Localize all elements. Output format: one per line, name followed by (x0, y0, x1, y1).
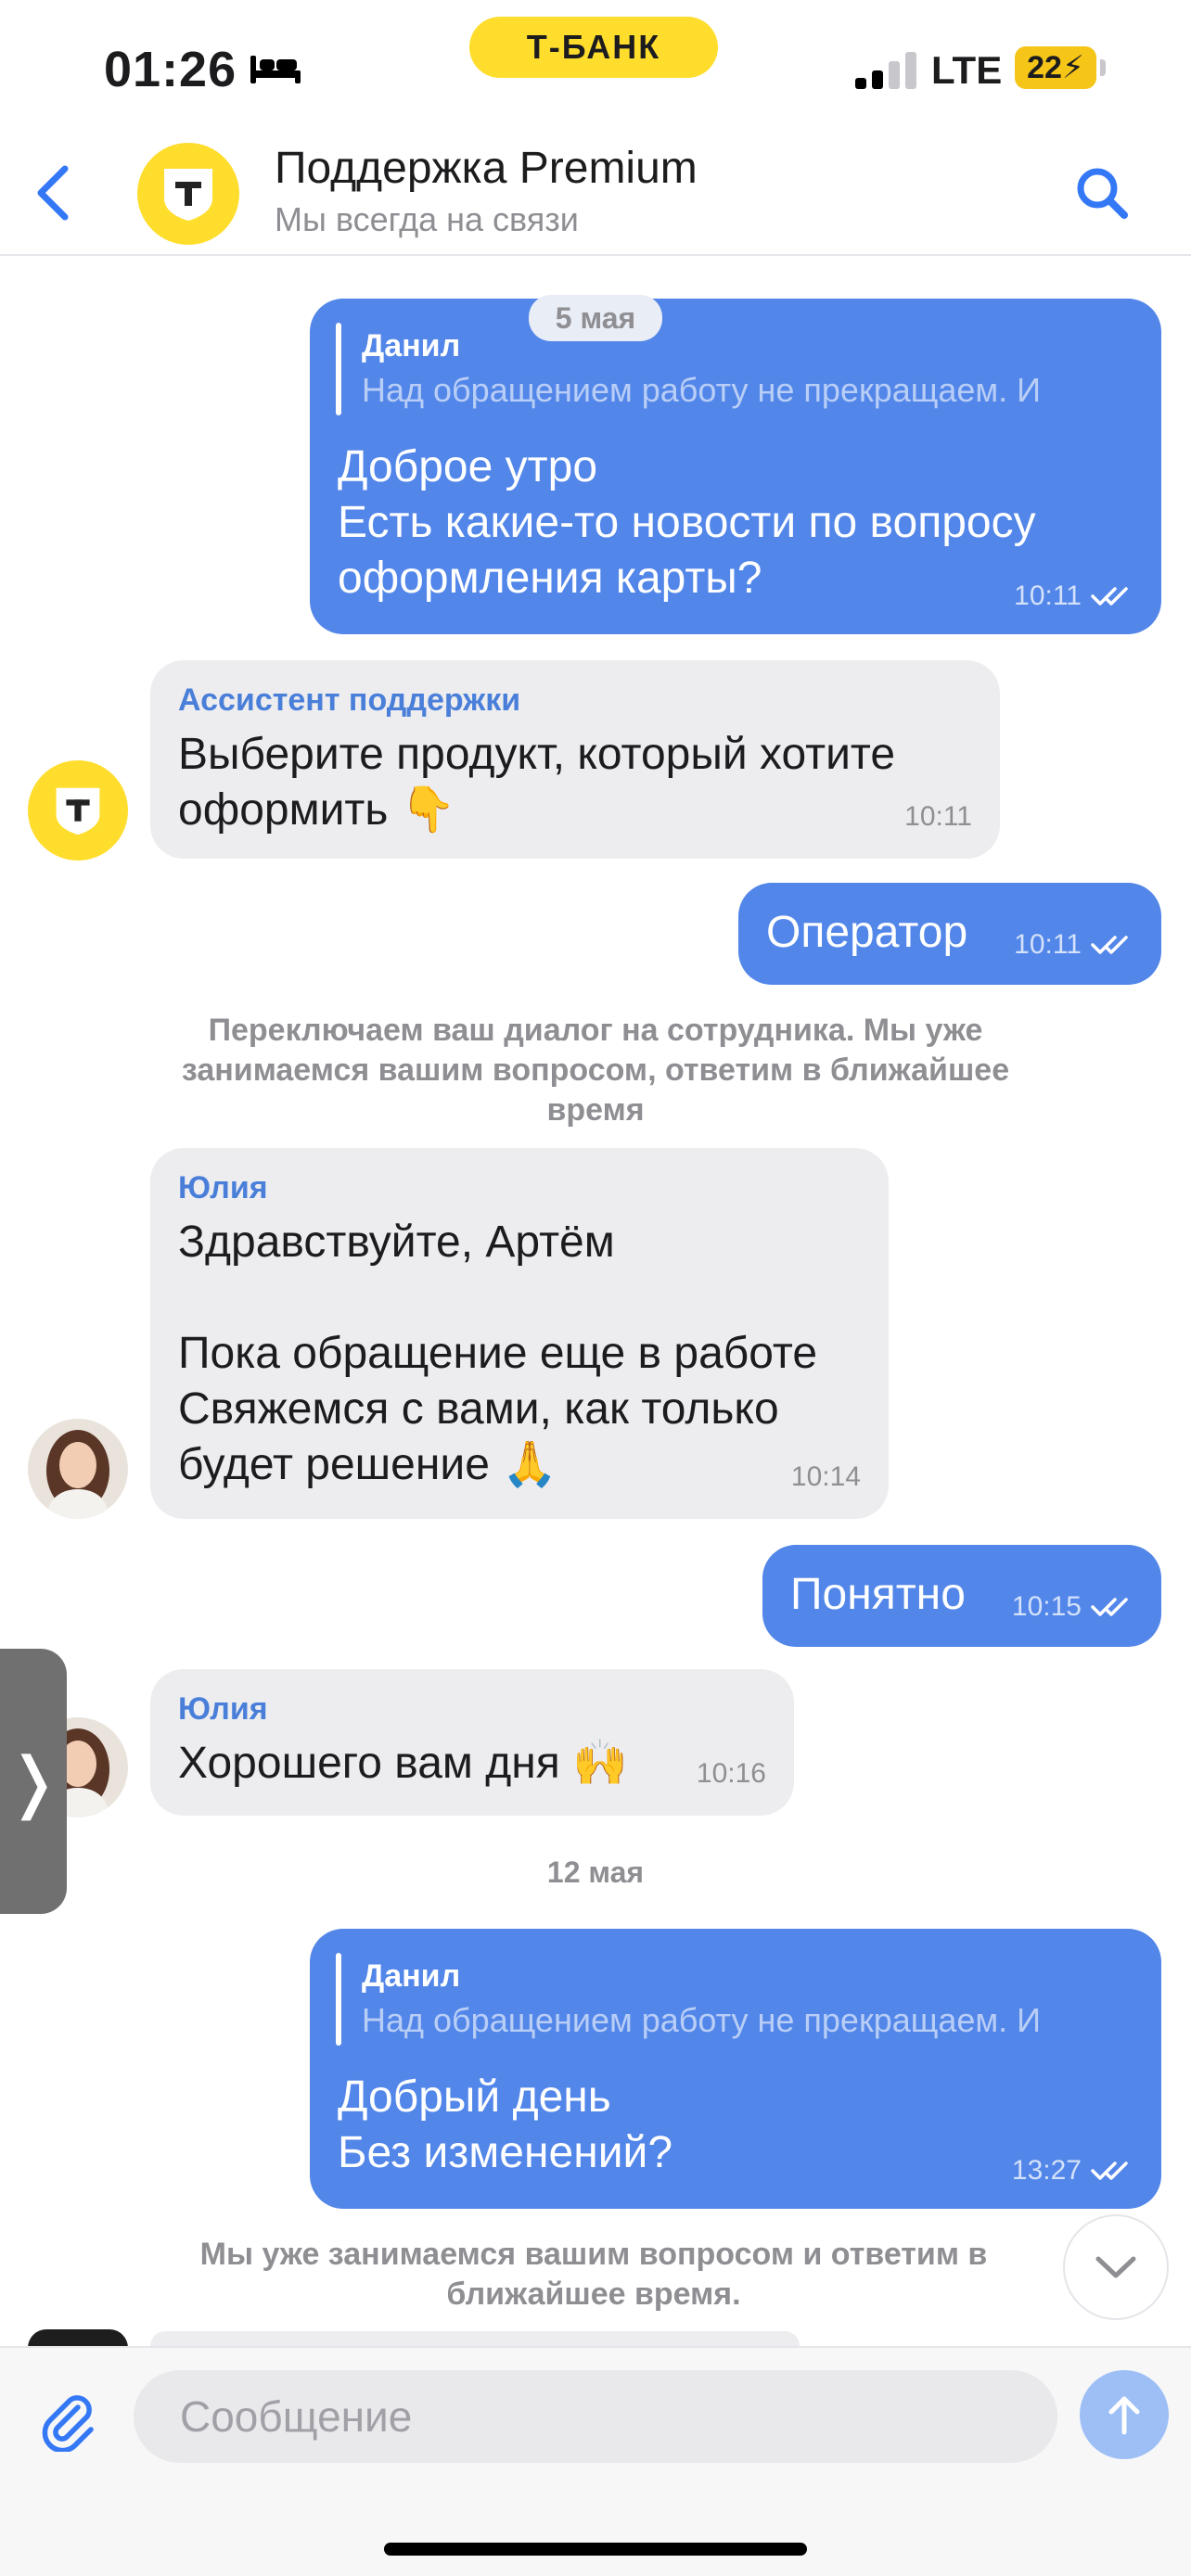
message-time: 10:15 (1011, 1591, 1082, 1622)
message-time: 13:27 (1011, 2155, 1082, 2186)
message-text: Здравствуйте, Артём Пока обращение еще в… (178, 1218, 818, 1489)
chat-header: Поддержка Premium Мы всегда на связи (0, 130, 1191, 256)
send-button[interactable] (1080, 2370, 1169, 2459)
search-icon[interactable] (1072, 163, 1132, 223)
operator-photo (28, 1419, 128, 1519)
message-text: Хорошего вам дня 🙌 (178, 1739, 628, 1788)
operator-avatar (28, 2329, 128, 2348)
tbank-logo-icon (164, 169, 212, 221)
system-message: Мы уже занимаемся вашим вопросом и ответ… (199, 2237, 988, 2312)
composer (0, 2346, 1191, 2576)
message-text: Понятно (790, 1570, 966, 1619)
message-meta: 13:27 (1012, 2155, 1135, 2187)
message-outgoing[interactable]: Понятно 10:15 (762, 1545, 1161, 1647)
home-indicator (384, 2543, 807, 2556)
status-time: 01:26 (104, 42, 237, 97)
double-check-icon (1091, 587, 1128, 606)
scroll-down-button[interactable] (1063, 2214, 1169, 2320)
side-panel-toggle[interactable]: ❭ (0, 1649, 67, 1914)
signal-icon (855, 52, 916, 89)
message-meta: 10:15 (1012, 1591, 1135, 1623)
message-text: Выберите продукт, который хотите оформит… (178, 730, 896, 835)
message-incoming[interactable]: Юлия Здравствуйте, Артём Пока обращение … (150, 1148, 889, 1519)
send-arrow-icon (1108, 2396, 1140, 2435)
reply-sender: Данил (362, 328, 461, 363)
chat-subtitle: Мы всегда на связи (275, 200, 579, 238)
message-time: 10:11 (904, 801, 972, 832)
message-time: 10:14 (790, 1461, 861, 1492)
chevron-down-icon (1095, 2256, 1136, 2278)
double-check-icon (1091, 1598, 1128, 1616)
reply-sender: Данил (362, 1958, 461, 1994)
tbank-logo-icon (56, 787, 100, 835)
message-outgoing[interactable]: Данил Над обращением работу не прекращае… (310, 1929, 1161, 2209)
operator-avatar[interactable] (28, 1419, 128, 1519)
message-time: 10:16 (696, 1758, 766, 1789)
message-meta: 10:11 (1014, 929, 1135, 961)
chevron-right-icon: ❭ (5, 1745, 62, 1819)
battery-nub (1100, 59, 1106, 76)
chat-title: Поддержка Premium (275, 144, 698, 193)
message-sender: Юлия (178, 1691, 268, 1727)
reply-bar (336, 1953, 341, 2046)
message-incoming[interactable]: Ассистент поддержки Выберите продукт, ко… (150, 660, 1000, 859)
reply-preview: Над обращением работу не прекращаем. И (362, 2001, 1042, 2039)
message-time: 10:11 (1014, 929, 1082, 960)
back-arrow-icon[interactable] (30, 156, 76, 230)
assistant-avatar[interactable] (28, 760, 128, 861)
chat-avatar[interactable] (137, 143, 239, 245)
message-meta: 10:11 (1014, 580, 1135, 612)
paperclip-icon[interactable] (37, 2389, 100, 2452)
message-incoming[interactable]: Юлия Хорошего вам дня 🙌 10:16 (150, 1669, 794, 1816)
date-chip: 12 мая (546, 1855, 645, 1889)
bank-pill[interactable]: Т-БАНК (469, 17, 718, 78)
message-input[interactable] (134, 2370, 1057, 2463)
charging-icon: ⚡ (1061, 50, 1084, 85)
battery-indicator: 22 ⚡ (1015, 46, 1096, 89)
message-sender: Юлия (178, 1170, 268, 1205)
message-text: Оператор (766, 908, 968, 957)
message-time: 10:11 (1014, 580, 1082, 611)
network-label: LTE (931, 48, 1003, 92)
reply-bar (336, 323, 341, 415)
double-check-icon (1091, 2162, 1128, 2180)
reply-preview: Над обращением работу не прекращаем. И (362, 371, 1042, 409)
bed-icon (250, 56, 301, 83)
message-sender: Ассистент поддержки (178, 682, 521, 718)
message-incoming-partial (150, 2331, 800, 2346)
battery-level: 22 (1027, 49, 1062, 85)
date-chip: 5 мая (529, 295, 662, 341)
status-bar: 01:26 Т-БАНК LTE 22 ⚡ (0, 0, 1191, 130)
system-message: Переключаем ваш диалог на сотрудника. Мы… (181, 1013, 1010, 1128)
double-check-icon (1091, 936, 1128, 954)
message-outgoing[interactable]: Оператор 10:11 (738, 883, 1161, 985)
message-outgoing[interactable]: Данил Над обращением работу не прекращае… (310, 299, 1161, 634)
